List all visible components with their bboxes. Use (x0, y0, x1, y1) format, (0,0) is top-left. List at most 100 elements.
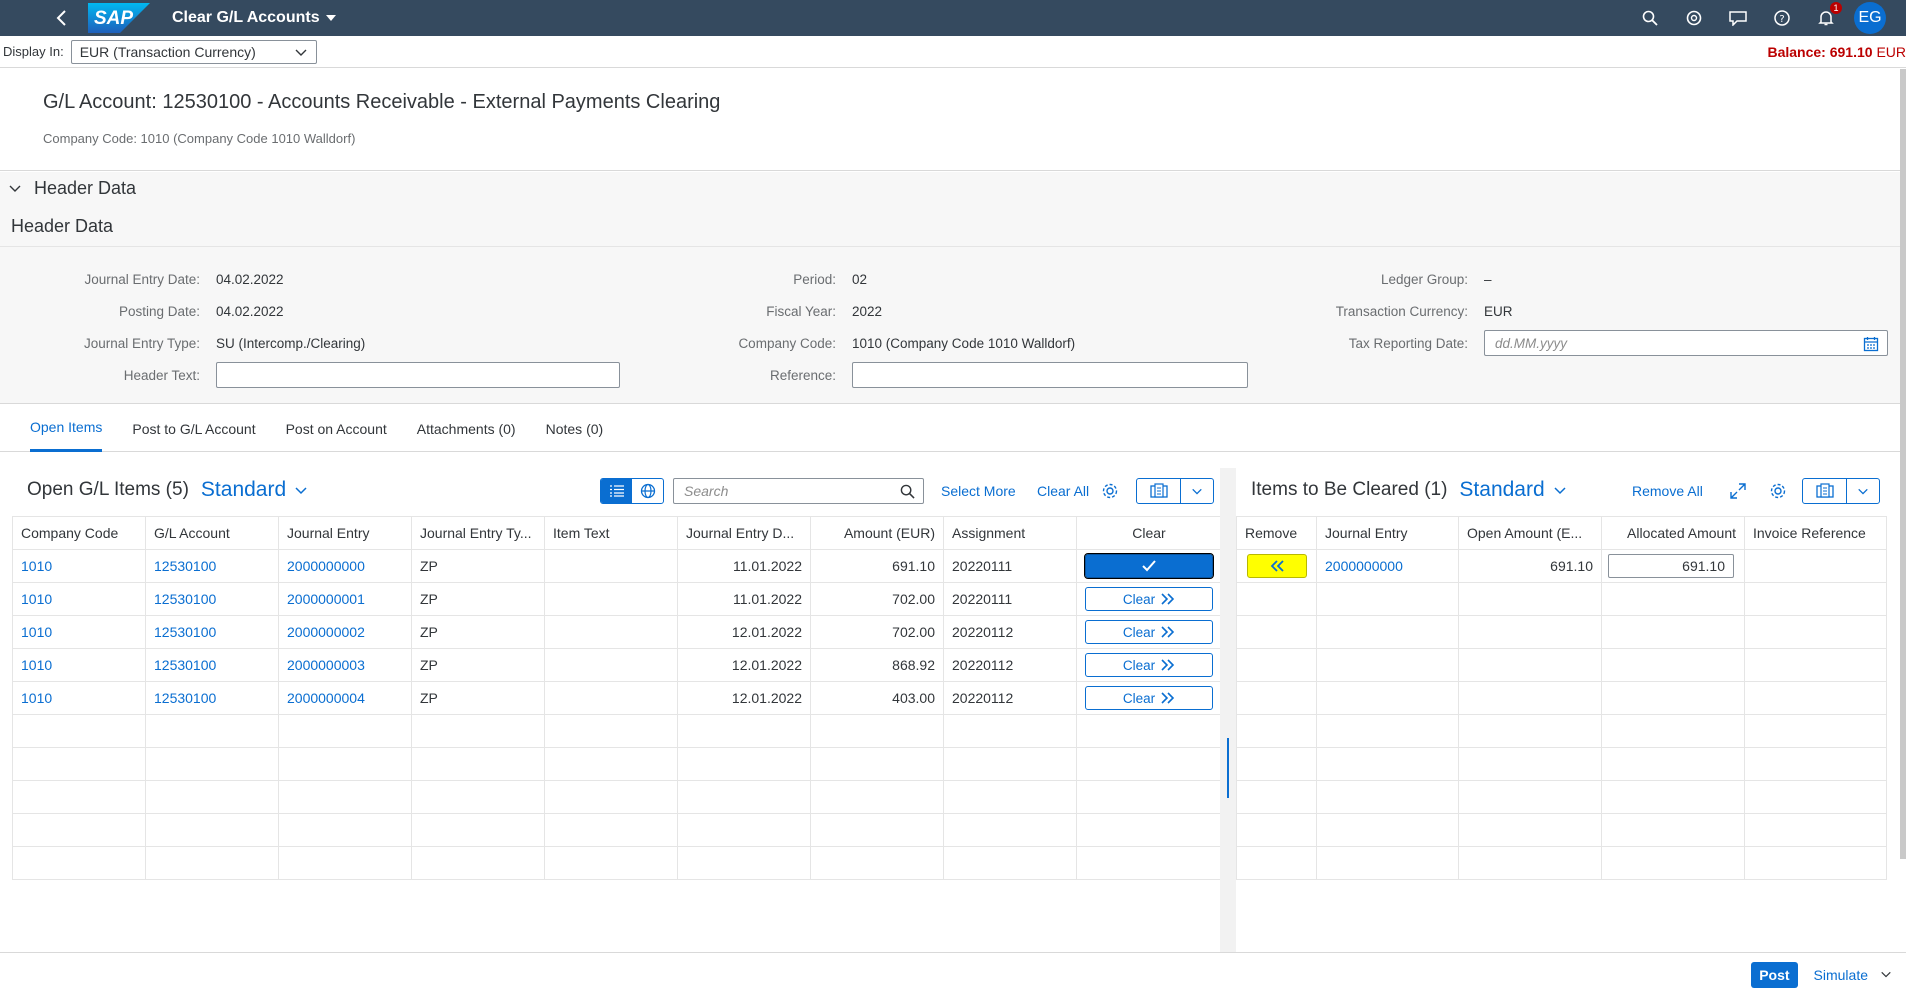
clear-item-button[interactable]: Clear (1085, 653, 1213, 677)
splitter-grip[interactable] (1227, 738, 1229, 798)
panel-splitter[interactable] (1220, 468, 1236, 952)
table-row[interactable] (1236, 714, 1887, 748)
table-cell: 691.10 (1601, 549, 1745, 583)
header-text-input[interactable] (216, 362, 620, 388)
column-header[interactable]: Journal Entry D... (677, 516, 811, 550)
variant-selector[interactable]: Standard (201, 478, 308, 502)
table-row[interactable] (12, 747, 1222, 781)
table-row[interactable] (12, 780, 1222, 814)
table-row[interactable] (1236, 846, 1887, 880)
table-row[interactable]: 1010 12530100 2000000003 ZP 12.01.2022 868.92… (12, 648, 1222, 682)
column-header[interactable]: Invoice Reference (1744, 516, 1887, 550)
globe-view-button[interactable] (632, 479, 663, 503)
table-row[interactable] (1236, 582, 1887, 616)
journal-entry-link[interactable]: 2000000004 (287, 690, 365, 706)
table-row[interactable]: 1010 12530100 2000000001 ZP 11.01.2022 702.00… (12, 582, 1222, 616)
clear-all-button[interactable]: Clear All (1025, 478, 1101, 504)
export-button[interactable] (1137, 479, 1181, 503)
table-row[interactable] (12, 714, 1222, 748)
column-header[interactable]: Allocated Amount (1601, 516, 1745, 550)
feedback-button[interactable] (1716, 0, 1760, 36)
table-row[interactable]: 1010 12530100 2000000002 ZP 12.01.2022 702.00… (12, 615, 1222, 649)
column-header[interactable]: Item Text (544, 516, 678, 550)
column-header[interactable]: G/L Account (145, 516, 279, 550)
clear-item-button[interactable] (1084, 553, 1214, 579)
journal-entry-link[interactable]: 2000000001 (287, 591, 365, 607)
gl-account-link[interactable]: 12530100 (154, 657, 216, 673)
reference-input[interactable] (852, 362, 1248, 388)
help-button[interactable]: ? (1760, 0, 1804, 36)
search-button[interactable] (1628, 0, 1672, 36)
variant-selector[interactable]: Standard (1459, 478, 1566, 502)
post-button[interactable]: Post (1751, 961, 1798, 988)
table-row[interactable]: 1010 12530100 2000000004 ZP 12.01.2022 403.00… (12, 681, 1222, 715)
gl-account-link[interactable]: 12530100 (154, 591, 216, 607)
settings-button[interactable] (1095, 478, 1125, 504)
notifications-button[interactable]: 1 (1804, 0, 1848, 36)
table-row[interactable] (12, 813, 1222, 847)
table-row[interactable] (1236, 648, 1887, 682)
header-data-toggle[interactable]: Header Data (0, 172, 1906, 204)
export-button[interactable] (1803, 479, 1847, 503)
clear-item-button[interactable]: Clear (1085, 620, 1213, 644)
table-row[interactable] (1236, 747, 1887, 781)
table-row[interactable]: 2000000000 691.10 691.10 (1236, 549, 1887, 583)
company-code-link[interactable]: 1010 (21, 657, 52, 673)
search-input[interactable]: Search (673, 478, 924, 504)
gl-account-link[interactable]: 12530100 (154, 690, 216, 706)
page-scrollbar[interactable] (1900, 69, 1906, 859)
column-header[interactable]: Assignment (943, 516, 1077, 550)
display-currency-select[interactable]: EUR (Transaction Currency) (70, 39, 317, 64)
column-header[interactable]: Open Amount (E... (1458, 516, 1602, 550)
simulate-button[interactable]: Simulate (1814, 967, 1868, 983)
search-icon[interactable] (900, 484, 915, 499)
company-code-link[interactable]: 1010 (21, 591, 52, 607)
table-row[interactable] (1236, 615, 1887, 649)
calendar-icon[interactable] (1863, 336, 1879, 352)
tab-post-to-gl-account[interactable]: Post to G/L Account (132, 406, 255, 452)
table-row[interactable] (1236, 780, 1887, 814)
app-title-menu[interactable]: Clear G/L Accounts (172, 9, 336, 27)
gl-account-link[interactable]: 12530100 (154, 624, 216, 640)
tab-post-on-account[interactable]: Post on Account (286, 406, 387, 452)
column-header[interactable]: Amount (EUR) (810, 516, 944, 550)
sap-logo[interactable]: SAP (88, 3, 150, 33)
clear-item-button[interactable]: Clear (1085, 686, 1213, 710)
tab-attachments[interactable]: Attachments (0) (417, 406, 516, 452)
gl-account-link[interactable]: 12530100 (154, 558, 216, 574)
column-header[interactable]: Remove (1236, 516, 1317, 550)
table-row[interactable] (1236, 681, 1887, 715)
tab-notes[interactable]: Notes (0) (546, 406, 604, 452)
journal-entry-link[interactable]: 2000000003 (287, 657, 365, 673)
list-view-button[interactable] (601, 479, 632, 503)
tab-open-items[interactable]: Open Items (30, 406, 103, 452)
column-header[interactable]: Journal Entry (278, 516, 412, 550)
settings-button[interactable] (1763, 478, 1793, 504)
column-header[interactable]: Journal Entry Ty... (411, 516, 545, 550)
select-more-button[interactable]: Select More (929, 478, 1028, 504)
company-code-link[interactable]: 1010 (21, 690, 52, 706)
fullscreen-button[interactable] (1723, 478, 1753, 504)
journal-entry-link[interactable]: 2000000000 (1325, 558, 1403, 574)
table-row[interactable]: 1010 12530100 2000000000 ZP 11.01.2022 691.10… (12, 549, 1222, 583)
journal-entry-link[interactable]: 2000000000 (287, 558, 365, 574)
table-row[interactable] (12, 846, 1222, 880)
column-header[interactable]: Journal Entry (1316, 516, 1459, 550)
export-menu-button[interactable] (1181, 479, 1213, 503)
company-code-link[interactable]: 1010 (21, 558, 52, 574)
remove-all-button[interactable]: Remove All (1620, 478, 1715, 504)
column-header[interactable]: Clear (1076, 516, 1222, 550)
more-actions-button[interactable] (1880, 967, 1892, 983)
column-header[interactable]: Company Code (12, 516, 146, 550)
journal-entry-link[interactable]: 2000000002 (287, 624, 365, 640)
tax-reporting-date-input[interactable]: dd.MM.yyyy (1484, 330, 1888, 356)
clear-item-button[interactable]: Clear (1085, 587, 1213, 611)
export-menu-button[interactable] (1847, 479, 1879, 503)
user-avatar[interactable]: EG (1854, 2, 1886, 34)
remove-item-button[interactable] (1246, 554, 1307, 578)
back-button[interactable] (44, 0, 80, 36)
company-code-link[interactable]: 1010 (21, 624, 52, 640)
table-row[interactable] (1236, 813, 1887, 847)
allocated-amount-input[interactable]: 691.10 (1608, 554, 1734, 578)
copilot-button[interactable] (1672, 0, 1716, 36)
